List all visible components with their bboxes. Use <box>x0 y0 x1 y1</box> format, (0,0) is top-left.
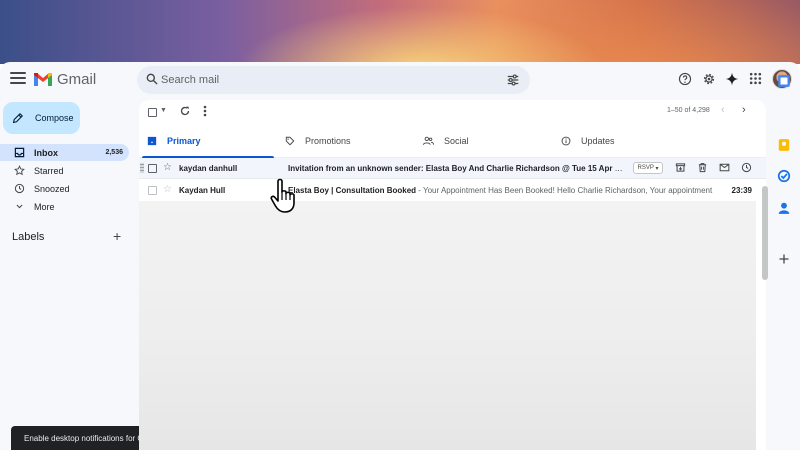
scrollbar[interactable] <box>762 186 768 280</box>
sidebar-item-label: Snoozed <box>34 183 70 194</box>
desktop-wallpaper <box>0 0 800 64</box>
tab-social[interactable]: Social <box>415 124 553 158</box>
hand-pointer-cursor-icon <box>270 178 295 213</box>
tab-updates[interactable]: Updates <box>553 124 691 158</box>
email-row[interactable]: ☆ kaydan danhull Invitation from an unkn… <box>139 158 766 179</box>
get-addons-plus-icon[interactable] <box>776 251 792 267</box>
add-label-plus-icon[interactable]: + <box>113 228 121 244</box>
star-icon[interactable]: ☆ <box>163 162 172 173</box>
email-content: Invitation from an unknown sender: Elast… <box>288 164 624 173</box>
snooze-clock-icon[interactable] <box>741 162 752 173</box>
sidebar-item-snoozed[interactable]: Snoozed <box>0 180 129 197</box>
help-icon[interactable] <box>678 72 692 86</box>
archive-icon[interactable] <box>675 162 686 173</box>
search-input[interactable] <box>161 72 481 88</box>
refresh-icon[interactable] <box>179 105 191 117</box>
email-snippet: - Your Appointment Has Been Booked! Hell… <box>416 186 713 195</box>
sidebar-item-label: More <box>34 201 55 212</box>
main-menu-button[interactable] <box>10 72 26 86</box>
gmail-m-icon <box>34 73 52 86</box>
drag-handle-icon[interactable] <box>140 163 144 173</box>
trash-icon[interactable] <box>697 162 708 173</box>
search-icon[interactable] <box>145 72 159 86</box>
labels-heading: Labels <box>12 231 45 243</box>
older-page-chevron-left-icon[interactable]: ‹ <box>721 104 725 116</box>
inbox-unread-count: 2,536 <box>105 149 123 156</box>
email-sender: Kaydan Hull <box>179 186 226 195</box>
search-options-icon[interactable] <box>506 73 520 87</box>
select-dropdown-caret-icon[interactable]: ▼ <box>160 107 167 114</box>
toast-text: Enable desktop notifications for Gmail <box>24 433 139 443</box>
app-header: Gmail <box>0 62 800 100</box>
more-options-vertical-icon[interactable] <box>203 105 207 117</box>
people-icon <box>423 136 434 145</box>
info-icon <box>561 136 571 146</box>
mail-list-pane: ▼ 1–50 of 4,298 ‹ › Primary Promotions S… <box>139 100 766 450</box>
tab-promotions[interactable]: Promotions <box>277 124 415 158</box>
sidebar-item-label: Starred <box>34 165 64 176</box>
desktop-notifications-toast[interactable]: Enable desktop notifications for Gmail <box>11 426 139 450</box>
email-subject: Invitation from an unknown sender: Elast… <box>288 164 624 173</box>
empty-list-area <box>139 201 756 450</box>
calendar-app-icon[interactable] <box>776 73 792 89</box>
tab-label: Promotions <box>305 136 351 146</box>
sidebar-item-starred[interactable]: Starred <box>0 162 129 179</box>
tab-label: Updates <box>581 136 615 146</box>
rsvp-dropdown[interactable]: RSVP ▾ <box>633 162 663 174</box>
tasks-app-icon[interactable] <box>776 168 792 184</box>
sidebar-item-inbox[interactable]: Inbox 2,536 <box>0 144 129 161</box>
search-bar[interactable] <box>137 66 530 94</box>
pencil-icon <box>12 113 23 124</box>
mail-toolbar: ▼ 1–50 of 4,298 ‹ › <box>139 100 766 124</box>
category-tabs: Primary Promotions Social Updates <box>139 124 766 158</box>
email-checkbox[interactable] <box>148 164 157 173</box>
sidebar-item-more[interactable]: More <box>0 198 129 215</box>
email-checkbox[interactable] <box>148 186 157 195</box>
email-time: 23:39 <box>731 186 752 195</box>
chevron-down-icon <box>12 202 26 211</box>
pagination-text: 1–50 of 4,298 <box>667 107 710 114</box>
apps-grid-icon[interactable] <box>749 72 762 85</box>
email-sender: kaydan danhull <box>179 164 238 173</box>
gemini-sparkle-icon[interactable] <box>725 72 739 86</box>
email-content: Elasta Boy | Consultation Booked - Your … <box>288 186 720 195</box>
sidebar-item-label: Inbox <box>34 147 58 158</box>
contacts-app-icon[interactable] <box>776 200 792 216</box>
tab-label: Primary <box>167 136 201 146</box>
star-icon[interactable]: ☆ <box>163 184 172 195</box>
keep-app-icon[interactable] <box>776 137 792 153</box>
star-icon <box>12 165 26 176</box>
mark-as-unread-envelope-icon[interactable] <box>719 162 730 173</box>
tag-icon <box>285 136 295 146</box>
compose-label: Compose <box>35 113 74 123</box>
select-all-checkbox[interactable] <box>148 108 157 117</box>
email-row[interactable]: ☆ Kaydan Hull Elasta Boy | Consultation … <box>139 180 766 201</box>
inbox-icon <box>147 136 157 146</box>
settings-gear-icon[interactable] <box>702 72 716 86</box>
tab-label: Social <box>444 136 469 146</box>
inbox-icon <box>12 147 26 158</box>
email-subject: Elasta Boy | Consultation Booked <box>288 186 417 195</box>
gmail-window: Gmail Search mail Compose Inbox 2,536 St… <box>0 62 800 450</box>
compose-button[interactable]: Compose <box>3 102 80 134</box>
clock-icon <box>12 183 26 194</box>
gmail-logo[interactable]: Gmail <box>33 71 96 88</box>
newer-page-chevron-right-icon[interactable]: › <box>742 104 746 116</box>
app-name: Gmail <box>57 71 97 88</box>
rsvp-label: RSVP <box>637 165 654 171</box>
tab-primary[interactable]: Primary <box>139 124 277 158</box>
